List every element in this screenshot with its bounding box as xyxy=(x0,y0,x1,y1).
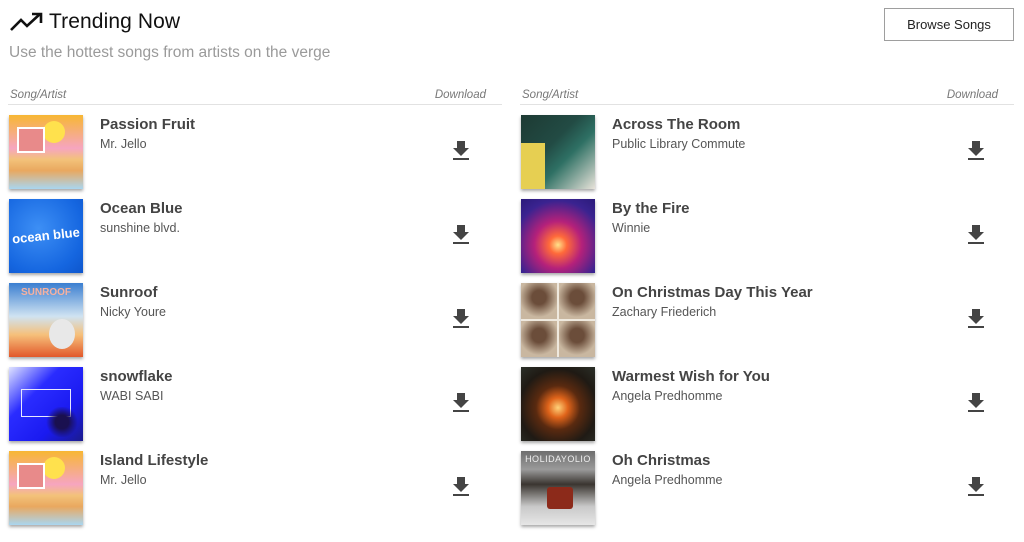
download-button[interactable] xyxy=(451,139,471,161)
download-button[interactable] xyxy=(966,391,986,413)
song-row[interactable]: Across The Room Public Library Commute xyxy=(520,105,1014,189)
song-row[interactable]: Passion Fruit Mr. Jello xyxy=(8,105,502,189)
song-row[interactable]: Warmest Wish for You Angela Predhomme xyxy=(520,357,1014,441)
song-artist: Mr. Jello xyxy=(100,137,147,151)
song-row[interactable]: HOLIDAYOLIO Oh Christmas Angela Predhomm… xyxy=(520,441,1014,525)
trending-up-icon xyxy=(10,12,43,31)
song-title[interactable]: By the Fire xyxy=(612,200,690,217)
song-list-left: Song/Artist Download Passion Fruit Mr. J… xyxy=(8,86,502,525)
download-button[interactable] xyxy=(451,391,471,413)
song-artist: Nicky Youre xyxy=(100,305,167,319)
sunroof-album-art: SUNROOF xyxy=(9,283,83,357)
song-title[interactable]: Across The Room xyxy=(612,116,740,133)
song-artist: sunshine blvd. xyxy=(100,221,180,235)
song-artist-header: Song/Artist xyxy=(10,89,67,101)
download-icon xyxy=(453,141,469,160)
download-button[interactable] xyxy=(966,307,986,329)
song-title[interactable]: Oh Christmas xyxy=(612,452,710,469)
song-artist: WABI SABI xyxy=(100,389,164,403)
song-title[interactable]: Island Lifestyle xyxy=(100,452,208,469)
by-the-fire-album-art xyxy=(521,199,595,273)
browse-songs-button[interactable]: Browse Songs xyxy=(884,8,1014,41)
song-row[interactable]: snowflake WABI SABI xyxy=(8,357,502,441)
ocean-blue-album-art: ocean blue xyxy=(9,199,83,273)
download-button[interactable] xyxy=(451,307,471,329)
song-row[interactable]: On Christmas Day This Year Zachary Fried… xyxy=(520,273,1014,357)
download-icon xyxy=(968,141,984,160)
album-art-text: ocean blue xyxy=(11,224,81,247)
download-button[interactable] xyxy=(451,223,471,245)
page-subtitle: Use the hottest songs from artists on th… xyxy=(9,44,331,61)
photo-quadrant xyxy=(559,283,595,319)
album-art-text: HOLIDAYOLIO xyxy=(525,454,591,464)
download-header: Download xyxy=(946,89,998,101)
song-artist: Public Library Commute xyxy=(612,137,746,151)
page-header: Trending Now xyxy=(9,10,180,34)
photo-quadrant xyxy=(521,283,557,319)
download-icon xyxy=(453,477,469,496)
song-row[interactable]: By the Fire Winnie xyxy=(520,189,1014,273)
song-artist: Mr. Jello xyxy=(100,473,147,487)
download-button[interactable] xyxy=(451,475,471,497)
song-artist: Winnie xyxy=(612,221,651,235)
song-title[interactable]: Warmest Wish for You xyxy=(612,368,770,385)
album-art-text: SUNROOF xyxy=(21,287,71,298)
song-artist: Angela Predhomme xyxy=(612,473,723,487)
song-list-right: Song/Artist Download Across The Room Pub… xyxy=(520,86,1014,525)
song-row[interactable]: SUNROOF Sunroof Nicky Youre xyxy=(8,273,502,357)
download-button[interactable] xyxy=(966,223,986,245)
song-artist: Zachary Friederich xyxy=(612,305,717,319)
download-header: Download xyxy=(434,89,486,101)
download-button[interactable] xyxy=(966,139,986,161)
island-album-art xyxy=(9,115,83,189)
download-icon xyxy=(453,309,469,328)
download-icon xyxy=(453,393,469,412)
song-title[interactable]: On Christmas Day This Year xyxy=(612,284,813,301)
song-title[interactable]: Ocean Blue xyxy=(100,200,183,217)
song-artist-header: Song/Artist xyxy=(522,89,579,101)
across-the-room-album-art xyxy=(521,115,595,189)
photo-quadrant xyxy=(521,321,557,357)
song-row[interactable]: Island Lifestyle Mr. Jello xyxy=(8,441,502,525)
song-title[interactable]: snowflake xyxy=(100,368,173,385)
warmest-wish-album-art xyxy=(521,367,595,441)
song-row[interactable]: ocean blue Ocean Blue sunshine blvd. xyxy=(8,189,502,273)
download-icon xyxy=(968,477,984,496)
island-album-art xyxy=(9,451,83,525)
oh-christmas-album-art: HOLIDAYOLIO xyxy=(521,451,595,525)
download-button[interactable] xyxy=(966,475,986,497)
christmas-day-album-art xyxy=(521,283,595,357)
photo-quadrant xyxy=(559,321,595,357)
download-icon xyxy=(453,225,469,244)
song-title[interactable]: Sunroof xyxy=(100,284,158,301)
column-header: Song/Artist Download xyxy=(8,86,502,105)
column-header: Song/Artist Download xyxy=(520,86,1014,105)
download-icon xyxy=(968,393,984,412)
song-title[interactable]: Passion Fruit xyxy=(100,116,195,133)
download-icon xyxy=(968,225,984,244)
snowflake-album-art xyxy=(9,367,83,441)
download-icon xyxy=(968,309,984,328)
song-artist: Angela Predhomme xyxy=(612,389,723,403)
page-title: Trending Now xyxy=(49,10,181,33)
